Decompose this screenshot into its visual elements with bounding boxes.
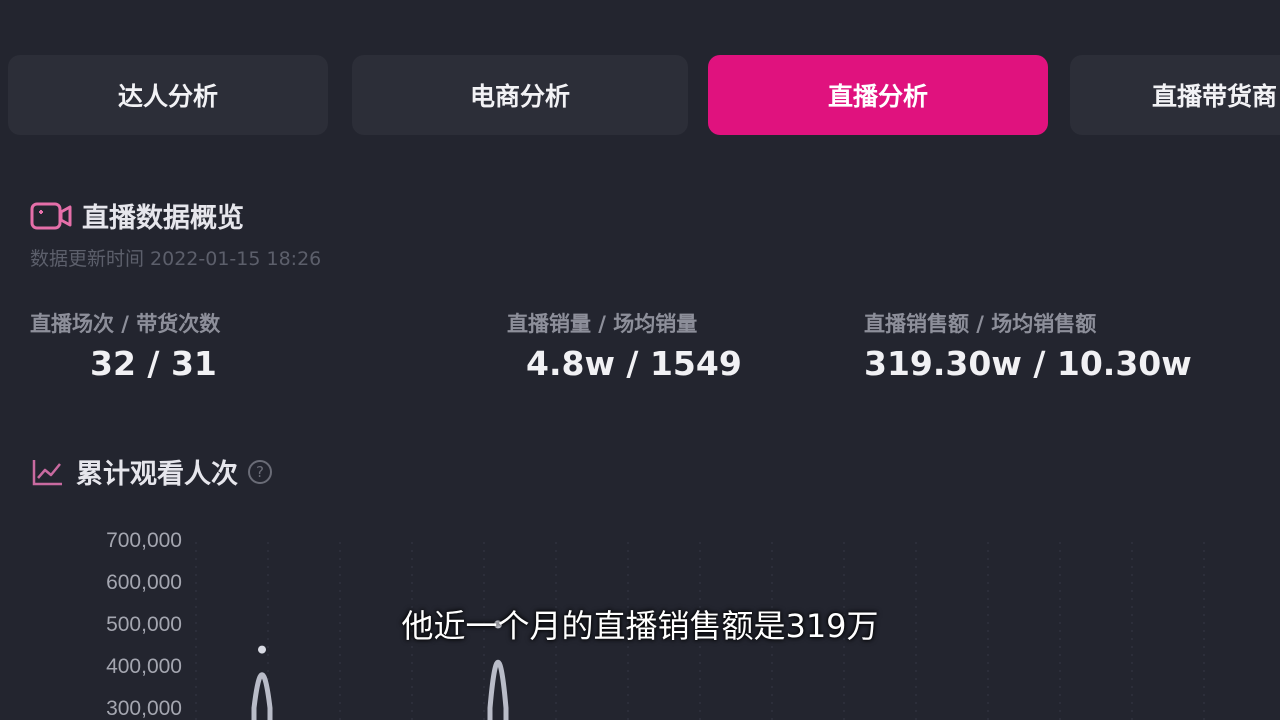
stat-label-sales-volume: 直播销量 / 场均销量 bbox=[507, 312, 698, 336]
series-line bbox=[251, 672, 273, 720]
tab-label: 电商分析 bbox=[469, 82, 570, 111]
stat-value-sessions: 32 / 31 bbox=[90, 344, 217, 383]
tab-talent-analysis[interactable]: 达人分析 bbox=[8, 55, 328, 135]
overview-title-text: 直播数据概览 bbox=[82, 203, 244, 234]
video-caption: 他近一个月的直播销售额是319万 bbox=[401, 607, 879, 645]
tab-label: 达人分析 bbox=[117, 82, 218, 111]
tab-live-analysis[interactable]: 直播分析 bbox=[708, 55, 1048, 135]
overview-title: 直播数据概览 bbox=[30, 196, 244, 235]
trend-chart-icon bbox=[30, 456, 66, 488]
tab-label: 直播分析 bbox=[827, 82, 928, 111]
stat-value-sales-volume: 4.8w / 1549 bbox=[526, 344, 742, 383]
tab-label: 直播带货商 bbox=[1152, 82, 1278, 111]
update-time: 数据更新时间 2022-01-15 18:26 bbox=[30, 248, 322, 270]
y-tick-label: 700,000 bbox=[106, 529, 182, 552]
page: 达人分析 电商分析 直播分析 直播带货商 直播数据概览 数据更新时间 2022-… bbox=[0, 0, 1280, 720]
y-tick-label: 300,000 bbox=[106, 697, 182, 720]
stat-label-sessions: 直播场次 / 带货次数 bbox=[30, 312, 221, 336]
video-camera-icon bbox=[30, 199, 72, 233]
stat-value-sales-amount: 319.30w / 10.30w bbox=[864, 344, 1192, 383]
series-line bbox=[487, 659, 509, 720]
stat-label-sales-amount: 直播销售额 / 场均销售额 bbox=[864, 312, 1097, 336]
views-title-text: 累计观看人次 bbox=[76, 459, 238, 490]
y-tick-label: 600,000 bbox=[106, 571, 182, 594]
tab-live-goods-analysis[interactable]: 直播带货商 bbox=[1070, 55, 1280, 135]
help-icon[interactable]: ? bbox=[248, 459, 272, 484]
y-tick-label: 400,000 bbox=[106, 655, 182, 678]
views-title: 累计观看人次 ? bbox=[30, 452, 272, 491]
tab-ecommerce-analysis[interactable]: 电商分析 bbox=[352, 55, 688, 135]
